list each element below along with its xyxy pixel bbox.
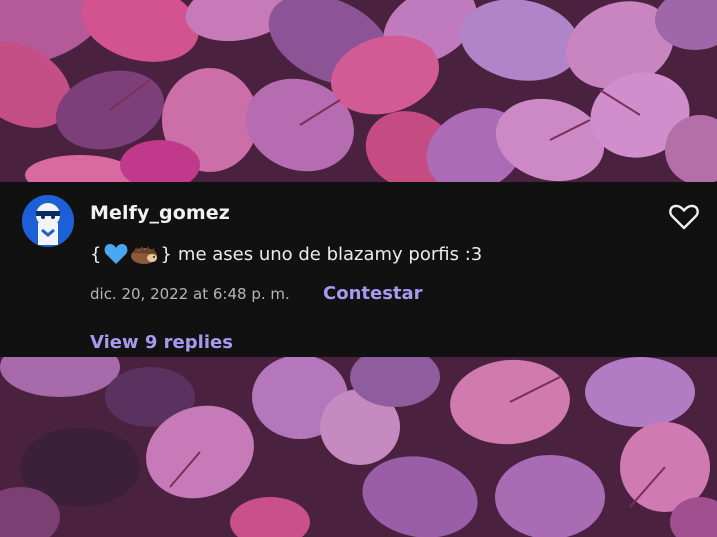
comment-timestamp: dic. 20, 2022 at 6:48 p. m. (90, 285, 290, 303)
avatar[interactable] (22, 195, 74, 247)
blue-heart-icon (105, 244, 128, 264)
comment-message: me ases uno de blazamy porfis :3 (177, 243, 483, 265)
heart-outline-icon (669, 204, 699, 230)
comment-suffix: } (160, 243, 172, 265)
reply-button[interactable]: Contestar (323, 283, 423, 304)
hedgehog-icon (131, 246, 158, 264)
user-avatar-icon (22, 195, 74, 247)
username[interactable]: Melfy_gomez (90, 202, 230, 224)
like-button[interactable] (668, 203, 700, 231)
background-leaves-bottom (0, 357, 717, 537)
comment-text: { } me ases uno de blazamy porfis :3 (90, 240, 482, 268)
background-leaves-top (0, 0, 717, 182)
comment-prefix: { (90, 243, 102, 265)
view-replies-link[interactable]: View 9 replies (90, 332, 233, 353)
